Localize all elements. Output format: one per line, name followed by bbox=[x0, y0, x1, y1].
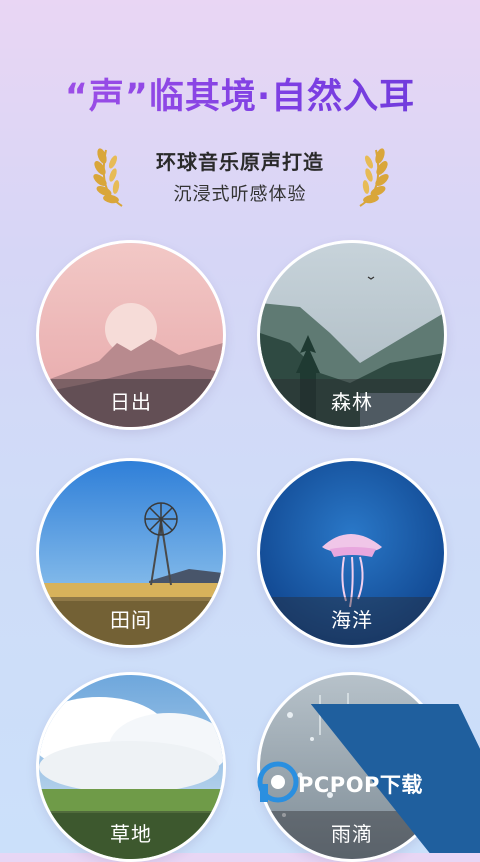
scene-card-forest[interactable]: 森林 bbox=[257, 240, 447, 430]
scene-label: 森林 bbox=[331, 390, 373, 414]
award-banner: 环球音乐原声打造 沉浸式听感体验 bbox=[0, 140, 480, 210]
pcpop-logo-icon bbox=[257, 761, 299, 803]
award-title: 环球音乐原声打造 bbox=[156, 150, 324, 174]
scene-card-ocean[interactable]: 海洋 bbox=[257, 458, 447, 648]
scene-label: 草地 bbox=[110, 822, 152, 846]
scene-label: 日出 bbox=[110, 390, 152, 414]
laurel-icon bbox=[359, 148, 389, 207]
scene-label: 田间 bbox=[110, 608, 152, 632]
scene-card-grass[interactable]: 草地 bbox=[36, 672, 226, 862]
scene-card-sunrise[interactable]: 日出 bbox=[36, 240, 226, 430]
scene-card-field[interactable]: 田间 bbox=[36, 458, 226, 648]
headline: “声”临其境·自然入耳 bbox=[0, 68, 480, 119]
award-subtitle: 沉浸式听感体验 bbox=[173, 184, 307, 205]
watermark-text: PCPOP下载 bbox=[298, 773, 423, 797]
scene-label: 海洋 bbox=[331, 608, 373, 632]
